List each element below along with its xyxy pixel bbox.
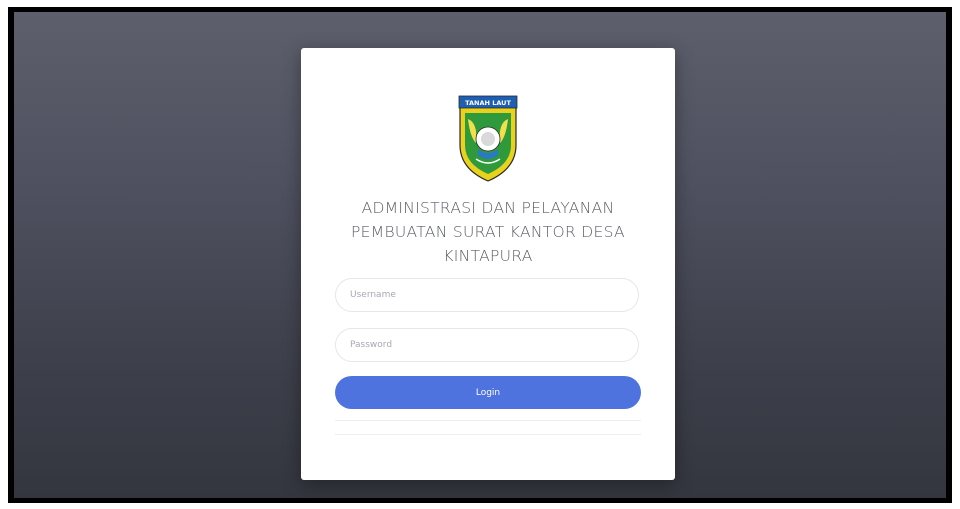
password-input[interactable] bbox=[335, 328, 639, 362]
svg-text:TANAH LAUT: TANAH LAUT bbox=[465, 99, 511, 107]
regency-coat-of-arms-icon: TANAH LAUT bbox=[458, 95, 518, 182]
page-title: ADMINISTRASI DAN PELAYANAN PEMBUATAN SUR… bbox=[351, 199, 625, 265]
divider bbox=[335, 434, 641, 435]
divider bbox=[335, 420, 641, 421]
login-card: TANAH LAUT ADMINISTRASI DAN PELAYANAN PE… bbox=[301, 48, 675, 480]
login-page-background: TANAH LAUT ADMINISTRASI DAN PELAYANAN PE… bbox=[14, 12, 946, 498]
username-input[interactable] bbox=[335, 278, 639, 312]
login-button[interactable]: Login bbox=[335, 376, 641, 409]
screen-frame: TANAH LAUT ADMINISTRASI DAN PELAYANAN PE… bbox=[8, 7, 952, 503]
